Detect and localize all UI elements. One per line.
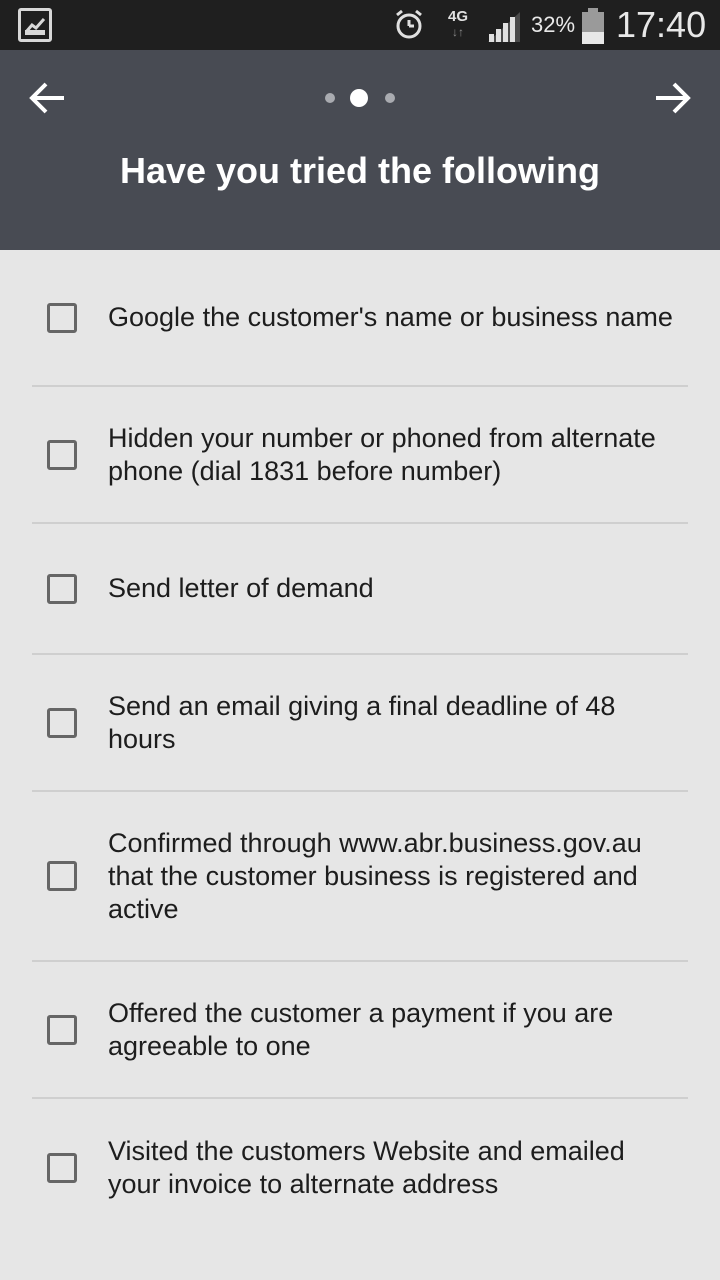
checklist-item-google-customer[interactable]: Google the customer's name or business n…	[32, 250, 688, 387]
alarm-clock-icon	[394, 9, 424, 46]
checklist-item-label: Offered the customer a payment if you ar…	[108, 997, 614, 1061]
checklist-item-letter-of-demand[interactable]: Send letter of demand	[32, 524, 688, 655]
checklist-item-abr-confirmed[interactable]: Confirmed through www.abr.business.gov.a…	[32, 792, 688, 962]
checklist-item-final-deadline-email[interactable]: Send an email giving a final deadline of…	[32, 655, 688, 792]
page-title: Have you tried the following	[119, 150, 601, 191]
checkbox[interactable]	[47, 861, 77, 891]
checklist-item-label: Visited the customers Website and emaile…	[108, 1135, 625, 1199]
checkbox[interactable]	[47, 302, 77, 333]
battery-icon	[580, 8, 606, 49]
next-button[interactable]	[652, 80, 692, 116]
data-transfer-arrows-icon: ↓↑	[452, 25, 464, 39]
checkbox[interactable]	[47, 439, 77, 470]
status-bar: 4G ↓↑ 32% 17:40	[0, 0, 720, 50]
signal-strength-icon	[486, 10, 522, 47]
checklist-item-label: Google the customer's name or business n…	[108, 302, 673, 332]
checklist-item-payment-offer[interactable]: Offered the customer a payment if you ar…	[32, 962, 688, 1099]
checklist-item-label: Hidden your number or phoned from altern…	[108, 422, 656, 486]
gallery-notification-icon	[18, 8, 52, 42]
checklist: Google the customer's name or business n…	[32, 250, 688, 1236]
status-clock: 17:40	[616, 4, 707, 45]
checklist-item-label: Send an email giving a final deadline of…	[108, 690, 616, 754]
header: Have you tried the following	[0, 50, 720, 250]
checkbox[interactable]	[47, 1014, 77, 1045]
checkbox[interactable]	[47, 1152, 77, 1183]
page-dot-2-active	[350, 89, 368, 107]
checklist-item-label: Send letter of demand	[108, 573, 374, 603]
checklist-item-label: Confirmed through www.abr.business.gov.a…	[108, 827, 642, 924]
page-indicator	[0, 86, 720, 110]
page-dot-1	[325, 93, 335, 103]
checklist-item-visited-website[interactable]: Visited the customers Website and emaile…	[32, 1099, 688, 1236]
battery-percent: 32%	[531, 12, 576, 37]
network-4g-indicator: 4G ↓↑	[444, 9, 472, 43]
page-dot-3	[385, 93, 395, 103]
checkbox[interactable]	[47, 573, 77, 604]
checkbox[interactable]	[47, 707, 77, 738]
network-type-label: 4G	[447, 8, 468, 25]
checklist-item-hidden-number[interactable]: Hidden your number or phoned from altern…	[32, 387, 688, 524]
arrow-right-icon	[656, 82, 691, 114]
